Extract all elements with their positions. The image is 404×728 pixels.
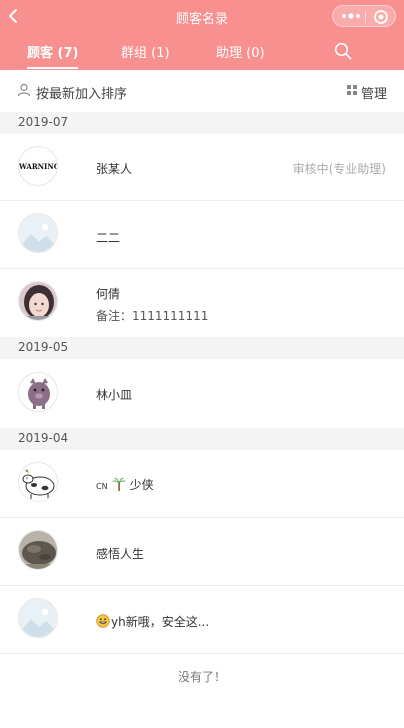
customer-name: 张某人 — [96, 162, 133, 176]
customer-row[interactable]: 林小皿 — [0, 359, 404, 427]
no-more-text: 没有了！ — [177, 670, 226, 684]
tab-assistants[interactable]: 助理 (0) — [216, 42, 265, 66]
mountain-placeholder-icon — [19, 214, 57, 252]
customer-name: 感悟人生 — [96, 547, 145, 561]
section-date: 2019-05 — [18, 340, 69, 354]
tab-active-underline — [27, 67, 79, 69]
customer-row[interactable]: 感悟人生 — [0, 518, 404, 586]
more-dots-icon[interactable] — [341, 10, 361, 22]
customer-row[interactable]: yh新哦，安全这... — [0, 586, 404, 654]
tab-customers[interactable]: 顾客 (7) — [27, 42, 79, 69]
top-bar: 顾客名录 顾客 (7) 群组 (1) 助理 (0) — [0, 0, 404, 70]
customer-name: 二二 — [96, 231, 121, 245]
date-section-header: 2019-07 — [0, 112, 404, 134]
customer-note: 备注：1111111111 — [96, 309, 209, 323]
tab-assistants-label: 助理 (0) — [216, 46, 265, 61]
grid-icon — [347, 85, 357, 95]
customer-name: yh新哦，安全这... — [96, 613, 209, 630]
default-avatar — [18, 598, 58, 638]
customer-row[interactable]: WARNING 张某人 审核中(专业助理) — [0, 134, 404, 201]
customer-name-text: yh新哦，安全这... — [111, 615, 210, 629]
tab-groups[interactable]: 群组 (1) — [121, 42, 170, 66]
nav-row: 顾客名录 — [0, 0, 404, 34]
date-section-header: 2019-04 — [0, 428, 404, 450]
customer-name: CN 少侠 — [96, 476, 154, 493]
review-status-label: 审核中(专业助理) — [292, 162, 386, 176]
sketch-cow-icon — [19, 463, 57, 501]
girl-photo-avatar — [18, 281, 58, 321]
capsule-separator — [365, 11, 366, 23]
cartoon-pig-avatar — [18, 372, 58, 412]
tab-groups-label: 群组 (1) — [121, 46, 170, 61]
rock-photo-icon — [19, 531, 57, 569]
search-icon[interactable] — [334, 42, 352, 60]
section-date: 2019-04 — [18, 431, 69, 445]
customer-name: 何倩 — [96, 287, 121, 301]
rock-photo-avatar — [18, 530, 58, 570]
warning-avatar: WARNING — [18, 146, 58, 186]
manage-button[interactable]: 管理 — [361, 83, 387, 102]
mountain-placeholder-icon — [19, 599, 57, 637]
customer-name-text: 少侠 — [129, 478, 154, 492]
sort-bar: 按最新加入排序 管理 — [0, 70, 404, 112]
default-avatar — [18, 213, 58, 253]
date-section-header: 2019-05 — [0, 337, 404, 359]
person-icon — [17, 83, 31, 97]
sketch-cow-avatar — [18, 462, 58, 502]
grinning-face-icon — [96, 614, 110, 628]
palm-tree-icon — [111, 477, 126, 491]
close-program-icon[interactable] — [373, 9, 389, 25]
section-date: 2019-07 — [18, 115, 69, 129]
customer-row[interactable]: 何倩 备注：1111111111 — [0, 269, 404, 337]
girl-portrait-icon — [19, 282, 57, 320]
customer-row[interactable]: 二二 — [0, 201, 404, 269]
tab-customers-label: 顾客 (7) — [27, 46, 79, 61]
name-prefix: CN — [96, 482, 108, 491]
customer-row[interactable]: CN 少侠 — [0, 450, 404, 518]
customer-name: 林小皿 — [96, 388, 133, 402]
cartoon-pig-icon — [19, 373, 57, 411]
sort-by-newest-button[interactable]: 按最新加入排序 — [36, 83, 127, 102]
mini-program-capsule — [332, 5, 396, 27]
list-end-footer: 没有了！ — [0, 654, 404, 698]
avatar-warning-text: WARNING — [19, 162, 58, 171]
